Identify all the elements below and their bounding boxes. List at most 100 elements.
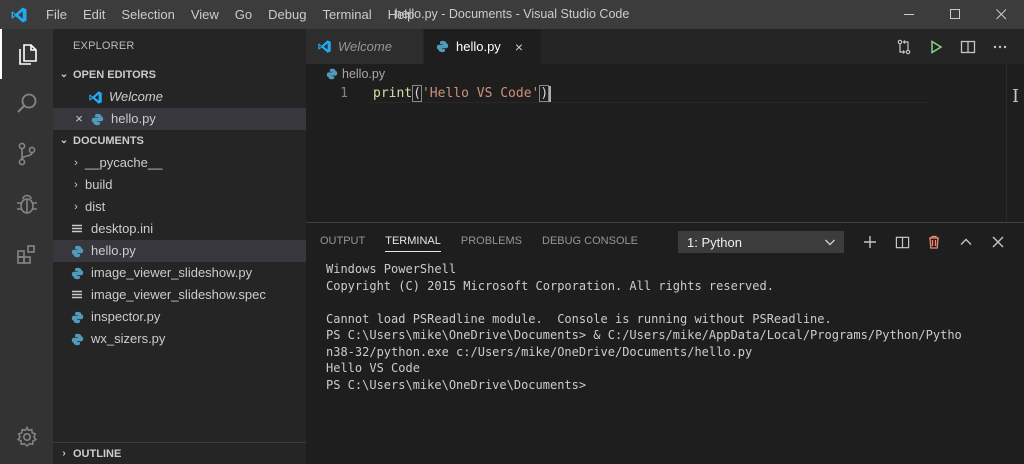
menu-file[interactable]: File xyxy=(38,0,75,29)
terminal-line: n38-32/python.exe c:/Users/mike/OneDrive… xyxy=(326,344,753,359)
terminal-line: Copyright (C) 2015 Microsoft Corporation… xyxy=(326,278,774,293)
split-editor-icon xyxy=(960,40,976,53)
vscode-logo-icon xyxy=(87,89,103,105)
line-number: 1 xyxy=(340,86,348,101)
file-hello-py[interactable]: hello.py xyxy=(53,240,306,262)
source-control-icon xyxy=(18,142,35,166)
tab-label: hello.py xyxy=(456,39,501,54)
vscode-logo-icon xyxy=(316,39,332,55)
text-cursor xyxy=(549,85,552,102)
file-label: image_viewer_slideshow.spec xyxy=(91,287,266,302)
code-function: print xyxy=(373,86,413,101)
split-icon xyxy=(895,236,909,248)
code-line: 1 print('Hello VS Code') xyxy=(306,84,1024,103)
manage-button[interactable] xyxy=(0,412,53,462)
ellipsis-icon xyxy=(993,45,1007,48)
file-wx-sizers-py[interactable]: wx_sizers.py xyxy=(53,328,306,350)
menu-help[interactable]: Help xyxy=(380,0,423,29)
folder-label: __pycache__ xyxy=(85,155,163,170)
folder-label: build xyxy=(85,177,113,192)
menu-edit[interactable]: Edit xyxy=(75,0,113,29)
split-editor-button[interactable] xyxy=(952,29,984,64)
folder-pycache[interactable]: › __pycache__ xyxy=(53,152,306,174)
menu-view[interactable]: View xyxy=(183,0,227,29)
chevron-down-icon: ⌄ xyxy=(59,135,69,146)
tab-close-button[interactable]: × xyxy=(515,39,523,55)
terminal-output[interactable]: Windows PowerShell Copyright (C) 2015 Mic… xyxy=(326,261,962,393)
open-changes-button[interactable] xyxy=(888,29,920,64)
code-open-paren: ( xyxy=(412,85,422,102)
title-bar: File Edit Selection View Go Debug Termin… xyxy=(0,0,1024,29)
code-editor[interactable]: 1 print('Hello VS Code') xyxy=(306,84,1024,222)
new-terminal-button[interactable] xyxy=(854,231,886,253)
source-control-button[interactable] xyxy=(0,129,53,179)
bug-icon xyxy=(16,194,37,214)
more-actions-button[interactable] xyxy=(984,29,1016,64)
file-label: inspector.py xyxy=(91,309,161,324)
python-icon xyxy=(69,331,85,347)
code-close-paren: ) xyxy=(539,85,550,102)
overview-ruler-mark: I xyxy=(1012,86,1020,107)
gear-icon xyxy=(16,425,37,448)
menu-selection[interactable]: Selection xyxy=(113,0,182,29)
extensions-button[interactable] xyxy=(0,229,53,279)
file-label: wx_sizers.py xyxy=(91,331,166,346)
explorer-button[interactable] xyxy=(0,29,53,79)
documents-header[interactable]: ⌄ DOCUMENTS xyxy=(53,130,306,152)
tab-terminal[interactable]: TERMINAL xyxy=(385,223,441,260)
file-image-viewer-slideshow-py[interactable]: image_viewer_slideshow.py xyxy=(53,262,306,284)
search-button[interactable] xyxy=(0,79,53,129)
menu-go[interactable]: Go xyxy=(227,0,260,29)
outline-header[interactable]: › OUTLINE xyxy=(53,442,306,464)
python-icon xyxy=(69,265,85,281)
open-editor-label: Welcome xyxy=(109,89,163,104)
bottom-panel: OUTPUT TERMINAL PROBLEMS DEBUG CONSOLE 1… xyxy=(306,222,1024,464)
chevron-down-icon: ⌄ xyxy=(59,69,69,80)
open-editors-header[interactable]: ⌄ OPEN EDITORS xyxy=(53,64,306,86)
play-icon xyxy=(931,39,943,54)
maximize-panel-button[interactable] xyxy=(950,231,982,253)
split-terminal-button[interactable] xyxy=(886,231,918,253)
python-icon xyxy=(434,39,450,55)
tab-problems[interactable]: PROBLEMS xyxy=(461,223,522,260)
file-image-viewer-slideshow-spec[interactable]: image_viewer_slideshow.spec xyxy=(53,284,306,306)
open-editor-hello-py[interactable]: × hello.py xyxy=(53,108,306,130)
folder-dist[interactable]: › dist xyxy=(53,196,306,218)
terminal-line: Windows PowerShell xyxy=(326,262,457,276)
debug-button[interactable] xyxy=(0,179,53,229)
panel-tabs: OUTPUT TERMINAL PROBLEMS DEBUG CONSOLE xyxy=(306,223,658,260)
chevron-right-icon: › xyxy=(62,447,66,459)
run-python-file-button[interactable] xyxy=(920,29,952,64)
menu-debug[interactable]: Debug xyxy=(260,0,314,29)
outline-label: OUTLINE xyxy=(73,447,122,460)
folder-build[interactable]: › build xyxy=(53,174,306,196)
close-window-button[interactable] xyxy=(978,0,1024,29)
tab-welcome[interactable]: Welcome xyxy=(306,29,424,64)
close-icon[interactable]: × xyxy=(71,108,87,130)
search-icon xyxy=(16,93,36,113)
open-editor-welcome[interactable]: Welcome xyxy=(53,86,306,108)
tab-debug-console[interactable]: DEBUG CONSOLE xyxy=(542,223,638,260)
minimize-button[interactable] xyxy=(886,0,932,29)
editor-tabs: Welcome hello.py × xyxy=(306,29,1024,64)
chevron-right-icon: › xyxy=(74,201,78,213)
close-panel-button[interactable] xyxy=(982,231,1014,253)
menu-terminal[interactable]: Terminal xyxy=(314,0,379,29)
terminal-line: PS C:\Users\mike\OneDrive\Documents> & C… xyxy=(326,328,962,342)
documents-label: DOCUMENTS xyxy=(73,135,144,147)
terminal-selector[interactable]: 1: Python xyxy=(678,231,844,253)
file-inspector-py[interactable]: inspector.py xyxy=(53,306,306,328)
kill-terminal-button[interactable] xyxy=(918,231,950,253)
activity-bar xyxy=(0,29,53,464)
open-editor-label: hello.py xyxy=(111,111,156,126)
maximize-button[interactable] xyxy=(932,0,978,29)
file-label: hello.py xyxy=(91,243,136,258)
trash-icon xyxy=(929,235,939,249)
files-icon xyxy=(18,44,37,65)
file-desktop-ini[interactable]: desktop.ini xyxy=(53,218,306,240)
tab-hello-py[interactable]: hello.py × xyxy=(424,29,542,64)
minimize-icon xyxy=(903,14,914,15)
tab-output[interactable]: OUTPUT xyxy=(320,223,365,260)
breadcrumb[interactable]: hello.py xyxy=(306,64,1024,84)
